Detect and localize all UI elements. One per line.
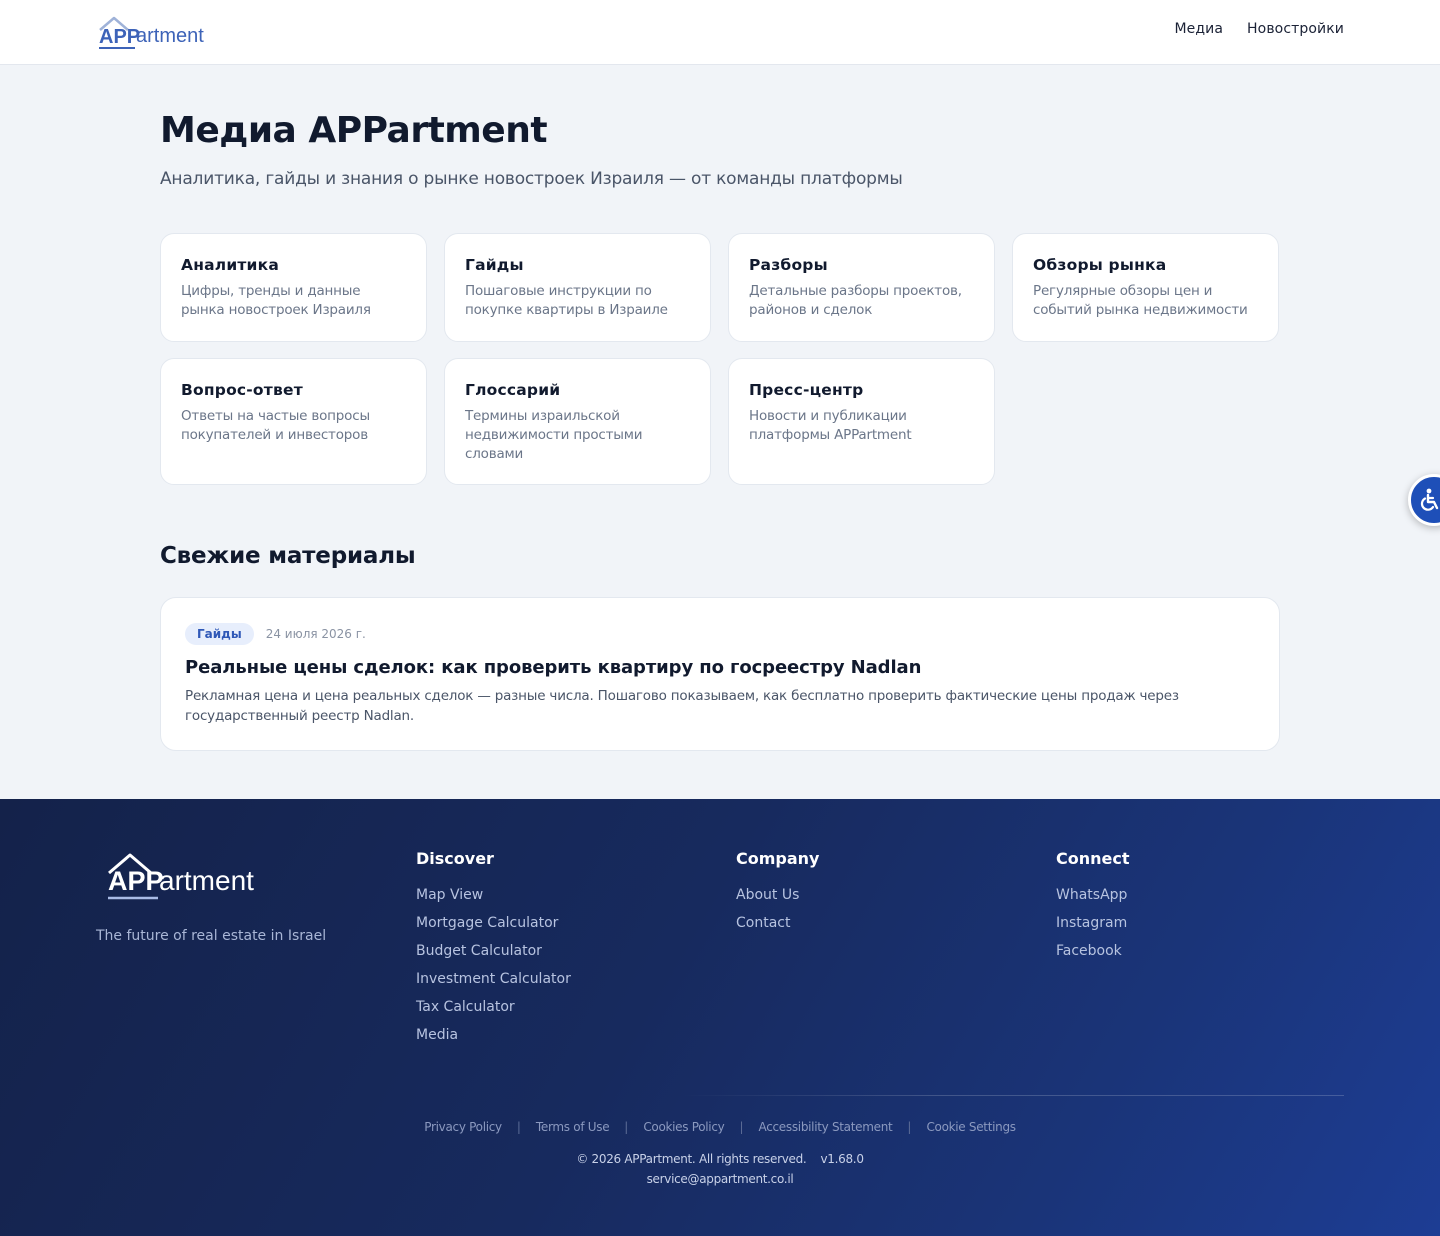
category-card-market-reviews[interactable]: Обзоры рынка Регулярные обзоры цен и соб… bbox=[1012, 233, 1279, 342]
top-nav: Медиа Новостройки bbox=[1174, 21, 1344, 37]
legal-privacy-policy[interactable]: Privacy Policy bbox=[424, 1120, 502, 1134]
category-card-title: Аналитика bbox=[181, 256, 280, 274]
legal-terms-of-use[interactable]: Terms of Use bbox=[536, 1120, 610, 1134]
category-card-title: Пресс-центр bbox=[749, 381, 864, 399]
accessibility-button[interactable] bbox=[1408, 474, 1440, 526]
footer-logo-app: APP bbox=[108, 866, 164, 896]
footer-link-tax-calculator[interactable]: Tax Calculator bbox=[416, 997, 571, 1025]
legal-cookie-settings[interactable]: Cookie Settings bbox=[926, 1120, 1016, 1134]
article-meta: Гайды 24 июля 2026 г. bbox=[185, 622, 1255, 646]
legal-accessibility-statement[interactable]: Accessibility Statement bbox=[759, 1120, 893, 1134]
footer-email[interactable]: service@appartment.co.il bbox=[0, 1172, 1440, 1186]
category-card-analytics[interactable]: Аналитика Цифры, тренды и данные рынка н… bbox=[160, 233, 427, 342]
category-card-desc: Детальные разборы проектов, районов и сд… bbox=[749, 283, 962, 318]
article-date: 24 июля 2026 г. bbox=[265, 627, 366, 641]
header-logo-app: APP bbox=[99, 26, 140, 48]
category-card-title: Вопрос-ответ bbox=[181, 381, 303, 399]
site-footer: APP artment The future of real estate in… bbox=[0, 799, 1440, 1236]
category-card-title: Разборы bbox=[749, 256, 828, 274]
nav-new-buildings[interactable]: Новостройки bbox=[1247, 21, 1344, 37]
nav-media[interactable]: Медиа bbox=[1174, 21, 1223, 37]
legal-separator: | bbox=[739, 1120, 744, 1134]
footer-link-whatsapp[interactable]: WhatsApp bbox=[1056, 885, 1130, 913]
footer-logo[interactable]: APP artment bbox=[106, 851, 276, 911]
category-card-faq[interactable]: Вопрос-ответ Ответы на частые вопросы по… bbox=[160, 358, 427, 485]
header-logo-mark: APP artment bbox=[99, 16, 204, 49]
footer-column-discover: Discover Map View Mortgage Calculator Bu… bbox=[416, 849, 571, 1053]
category-card-desc: Ответы на частые вопросы покупателей и и… bbox=[181, 408, 370, 443]
footer-link-instagram[interactable]: Instagram bbox=[1056, 913, 1130, 941]
legal-cookies-policy[interactable]: Cookies Policy bbox=[643, 1120, 724, 1134]
page-subtitle: Аналитика, гайды и знания о рынке новост… bbox=[160, 169, 903, 189]
footer-link-mortgage-calculator[interactable]: Mortgage Calculator bbox=[416, 913, 571, 941]
footer-tagline: The future of real estate in Israel bbox=[96, 928, 327, 944]
category-card-press-center[interactable]: Пресс-центр Новости и публикации платфор… bbox=[728, 358, 995, 485]
footer-link-media[interactable]: Media bbox=[416, 1025, 571, 1053]
category-card-guides[interactable]: Гайды Пошаговые инструкции по покупке кв… bbox=[444, 233, 711, 342]
footer-link-map-view[interactable]: Map View bbox=[416, 885, 571, 913]
footer-link-contact[interactable]: Contact bbox=[736, 913, 819, 941]
accessibility-wheelchair-icon bbox=[1420, 488, 1439, 511]
category-card-title: Обзоры рынка bbox=[1033, 256, 1167, 274]
footer-column-title: Discover bbox=[416, 849, 494, 868]
category-card-desc: Пошаговые инструкции по покупке квартиры… bbox=[465, 283, 668, 318]
legal-separator: | bbox=[907, 1120, 912, 1134]
footer-column-title: Company bbox=[736, 849, 820, 868]
legal-links: Privacy Policy | Terms of Use | Cookies … bbox=[0, 1120, 1440, 1134]
footer-column-title: Connect bbox=[1056, 849, 1130, 868]
footer-divider bbox=[680, 1095, 1344, 1096]
category-card-desc: Новости и публикации платформы APPartmen… bbox=[749, 408, 912, 443]
category-card-title: Гайды bbox=[465, 256, 524, 274]
header-logo[interactable]: APP artment bbox=[98, 14, 228, 52]
footer-link-investment-calculator[interactable]: Investment Calculator bbox=[416, 969, 571, 997]
category-card-desc: Регулярные обзоры цен и событий рынка не… bbox=[1033, 283, 1248, 318]
footer-link-about-us[interactable]: About Us bbox=[736, 885, 819, 913]
footer-column-connect: Connect WhatsApp Instagram Facebook bbox=[1056, 849, 1130, 969]
article-card[interactable]: Гайды 24 июля 2026 г. Реальные цены сдел… bbox=[160, 597, 1280, 751]
category-card-desc: Термины израильской недвижимости простым… bbox=[465, 408, 643, 462]
footer-link-facebook[interactable]: Facebook bbox=[1056, 941, 1130, 969]
site-header: APP artment Медиа Новостройки bbox=[0, 0, 1440, 65]
fresh-materials-title: Свежие материалы bbox=[160, 543, 416, 569]
footer-column-company: Company About Us Contact bbox=[736, 849, 819, 941]
legal-separator: | bbox=[624, 1120, 629, 1134]
page-title: Медиа APPartment bbox=[160, 110, 548, 151]
category-card-desc: Цифры, тренды и данные рынка новостроек … bbox=[181, 283, 371, 318]
footer-logo-rest: artment bbox=[159, 865, 254, 896]
legal-separator: | bbox=[516, 1120, 521, 1134]
footer-logo-mark: APP artment bbox=[108, 853, 254, 900]
category-card-title: Глоссарий bbox=[465, 381, 561, 399]
header-logo-rest: artment bbox=[136, 25, 204, 47]
article-excerpt: Рекламная цена и цена реальных сделок — … bbox=[185, 688, 1179, 724]
copyright: © 2026 APPartment. All rights reserved. … bbox=[576, 1152, 864, 1166]
footer-link-budget-calculator[interactable]: Budget Calculator bbox=[416, 941, 571, 969]
article-title[interactable]: Реальные цены сделок: как проверить квар… bbox=[185, 657, 1255, 678]
category-card-glossary[interactable]: Глоссарий Термины израильской недвижимос… bbox=[444, 358, 711, 485]
article-category-badge[interactable]: Гайды bbox=[185, 623, 254, 645]
category-card-breakdowns[interactable]: Разборы Детальные разборы проектов, райо… bbox=[728, 233, 995, 342]
